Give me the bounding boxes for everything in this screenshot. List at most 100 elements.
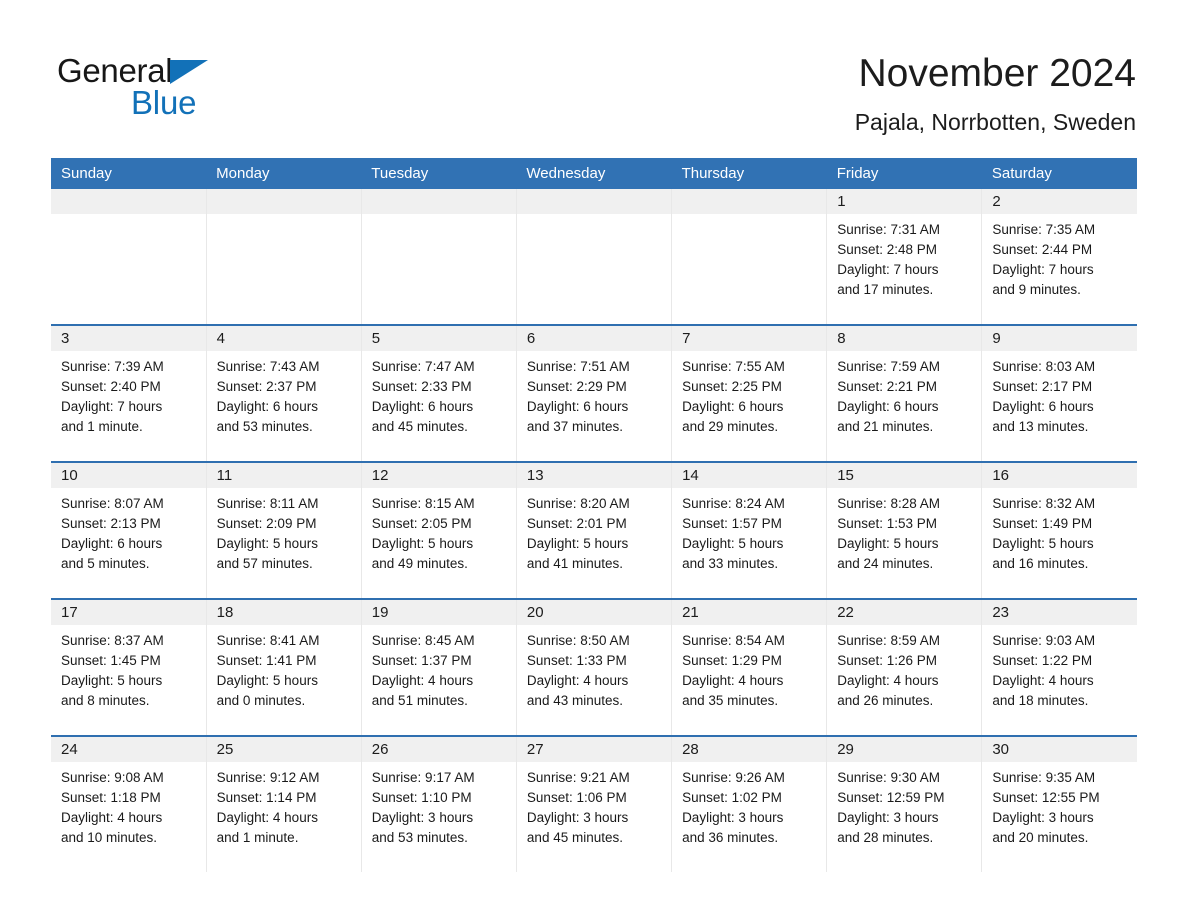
day-number [516,189,672,214]
sunrise-text: Sunrise: 7:47 AM [371,359,475,374]
day-details: Sunrise: 7:35 AM Sunset: 2:44 PM Daylight:… [982,214,1137,324]
calendar-page: General Blue November 2024 Pajala, Norrb… [0,0,1188,918]
day-details [51,214,206,324]
day-number: 12 [361,463,516,488]
day-details [516,214,672,324]
calendar-day-cell[interactable]: 19 Sunrise: 8:45 AM Sunset: 1:37 PM Dayligh… [361,598,517,736]
daylight-text-line2: and 16 minutes. [992,556,1089,571]
sunset-text: Sunset: 2:13 PM [61,516,161,531]
day-number: 29 [827,737,982,762]
day-number: 17 [51,600,206,625]
calendar-day-cell[interactable]: 3 Sunrise: 7:39 AM Sunset: 2:40 PM Daylight… [51,324,207,462]
sunrise-text: Sunrise: 8:50 AM [526,633,630,648]
daylight-text-line2: and 49 minutes. [371,556,468,571]
calendar-day-cell[interactable]: 21 Sunrise: 8:54 AM Sunset: 1:29 PM Dayligh… [671,598,828,736]
calendar-day-cell[interactable]: 17 Sunrise: 8:37 AM Sunset: 1:45 PM Dayligh… [51,598,207,736]
calendar-day-cell[interactable]: 20 Sunrise: 8:50 AM Sunset: 1:33 PM Dayligh… [516,598,673,736]
sunset-text: Sunset: 1:18 PM [61,790,161,805]
calendar-day-cell[interactable]: 13 Sunrise: 8:20 AM Sunset: 2:01 PM Dayligh… [516,461,673,599]
daylight-text-line1: Daylight: 7 hours [837,262,939,277]
day-details: Sunrise: 7:55 AM Sunset: 2:25 PM Daylight:… [672,351,827,461]
page-title: November 2024 [858,52,1137,95]
day-details: Sunrise: 8:41 AM Sunset: 1:41 PM Daylight:… [206,625,361,735]
calendar-day-cell[interactable]: 1 Sunrise: 7:31 AM Sunset: 2:48 PM Daylight… [826,189,983,325]
calendar-day-cell[interactable]: 29 Sunrise: 9:30 AM Sunset: 12:59 PM Daylig… [826,735,983,872]
day-number: 1 [827,189,982,214]
daylight-text-line2: and 29 minutes. [682,419,779,434]
daylight-text-line1: Daylight: 3 hours [992,810,1094,825]
sunset-text: Sunset: 2:25 PM [682,379,782,394]
day-number: 18 [206,600,361,625]
daylight-text-line1: Daylight: 5 hours [216,536,318,551]
calendar-week-row: 1 Sunrise: 7:31 AM Sunset: 2:48 PM Daylight… [51,189,1137,325]
daylight-text-line1: Daylight: 3 hours [837,810,939,825]
daylight-text-line1: Daylight: 3 hours [682,810,784,825]
sunset-text: Sunset: 2:44 PM [992,242,1093,257]
calendar-day-cell[interactable]: 22 Sunrise: 8:59 AM Sunset: 1:26 PM Dayligh… [826,598,983,736]
weekday-header-saturday: Saturday [981,158,1137,189]
calendar-day-cell[interactable]: 6 Sunrise: 7:51 AM Sunset: 2:29 PM Daylight… [516,324,673,462]
calendar-day-cell[interactable]: 9 Sunrise: 8:03 AM Sunset: 2:17 PM Daylight… [981,324,1137,462]
day-number: 28 [672,737,827,762]
sunrise-text: Sunrise: 8:24 AM [682,496,785,511]
day-details: Sunrise: 8:03 AM Sunset: 2:17 PM Daylight:… [982,351,1137,461]
daylight-text-line2: and 13 minutes. [992,419,1089,434]
daylight-text-line2: and 10 minutes. [61,830,158,845]
sunrise-text: Sunrise: 8:07 AM [61,496,164,511]
calendar-day-cell[interactable]: 10 Sunrise: 8:07 AM Sunset: 2:13 PM Dayligh… [51,461,207,599]
daylight-text-line1: Daylight: 5 hours [837,536,939,551]
sunset-text: Sunset: 1:41 PM [216,653,317,668]
sunset-text: Sunset: 2:48 PM [837,242,938,257]
sunrise-text: Sunrise: 8:32 AM [992,496,1096,511]
day-number: 9 [982,326,1137,351]
day-number: 20 [516,600,672,625]
calendar-day-cell[interactable]: 14 Sunrise: 8:24 AM Sunset: 1:57 PM Dayligh… [671,461,828,599]
sunset-text: Sunset: 12:55 PM [992,790,1100,805]
daylight-text-line1: Daylight: 6 hours [526,399,629,414]
calendar-day-cell[interactable]: 5 Sunrise: 7:47 AM Sunset: 2:33 PM Daylight… [361,324,517,462]
calendar-day-cell[interactable]: 28 Sunrise: 9:26 AM Sunset: 1:02 PM Dayligh… [671,735,828,872]
daylight-text-line1: Daylight: 7 hours [992,262,1094,277]
daylight-text-line1: Daylight: 6 hours [216,399,318,414]
daylight-text-line2: and 9 minutes. [992,282,1081,297]
calendar-day-cell[interactable]: 11 Sunrise: 8:11 AM Sunset: 2:09 PM Dayligh… [206,461,362,599]
day-number [51,189,206,214]
daylight-text-line2: and 1 minute. [216,830,299,845]
weekday-header-wednesday: Wednesday [516,158,672,189]
day-details: Sunrise: 8:54 AM Sunset: 1:29 PM Daylight:… [672,625,827,735]
daylight-text-line1: Daylight: 5 hours [992,536,1094,551]
sunset-text: Sunset: 2:09 PM [216,516,317,531]
calendar-day-cell[interactable]: 4 Sunrise: 7:43 AM Sunset: 2:37 PM Daylight… [206,324,362,462]
daylight-text-line2: and 17 minutes. [837,282,934,297]
calendar-day-cell[interactable]: 30 Sunrise: 9:35 AM Sunset: 12:55 PM Daylig… [981,735,1137,872]
sunset-text: Sunset: 1:57 PM [682,516,782,531]
daylight-text-line2: and 33 minutes. [682,556,779,571]
day-details: Sunrise: 9:26 AM Sunset: 1:02 PM Daylight:… [672,762,827,872]
daylight-text-line1: Daylight: 5 hours [61,673,163,688]
daylight-text-line2: and 45 minutes. [371,419,468,434]
calendar-day-cell[interactable]: 26 Sunrise: 9:17 AM Sunset: 1:10 PM Dayligh… [361,735,517,872]
calendar-day-cell[interactable]: 23 Sunrise: 9:03 AM Sunset: 1:22 PM Dayligh… [981,598,1137,736]
calendar-day-cell[interactable]: 7 Sunrise: 7:55 AM Sunset: 2:25 PM Daylight… [671,324,828,462]
calendar-day-cell[interactable]: 15 Sunrise: 8:28 AM Sunset: 1:53 PM Dayligh… [826,461,983,599]
daylight-text-line2: and 18 minutes. [992,693,1089,708]
calendar-day-cell[interactable]: 25 Sunrise: 9:12 AM Sunset: 1:14 PM Dayligh… [206,735,362,872]
generalblue-logo[interactable]: General Blue [57,52,317,124]
daylight-text-line1: Daylight: 6 hours [837,399,939,414]
daylight-text-line1: Daylight: 3 hours [526,810,629,825]
calendar-day-cell[interactable]: 12 Sunrise: 8:15 AM Sunset: 2:05 PM Dayligh… [361,461,517,599]
sunrise-text: Sunrise: 8:37 AM [61,633,164,648]
calendar-day-cell[interactable]: 24 Sunrise: 9:08 AM Sunset: 1:18 PM Dayligh… [51,735,207,872]
calendar-day-cell[interactable]: 27 Sunrise: 9:21 AM Sunset: 1:06 PM Dayligh… [516,735,673,872]
sunrise-text: Sunrise: 9:30 AM [837,770,941,785]
calendar-day-cell[interactable]: 2 Sunrise: 7:35 AM Sunset: 2:44 PM Daylight… [981,189,1137,325]
daylight-text-line1: Daylight: 4 hours [371,673,474,688]
calendar-day-cell[interactable]: 18 Sunrise: 8:41 AM Sunset: 1:41 PM Dayligh… [206,598,362,736]
calendar-day-cell[interactable]: 16 Sunrise: 8:32 AM Sunset: 1:49 PM Dayligh… [981,461,1137,599]
daylight-text-line2: and 24 minutes. [837,556,934,571]
sunrise-text: Sunrise: 9:08 AM [61,770,164,785]
calendar-day-cell[interactable]: 8 Sunrise: 7:59 AM Sunset: 2:21 PM Daylight… [826,324,983,462]
day-number [206,189,361,214]
day-number: 6 [516,326,672,351]
day-details: Sunrise: 7:31 AM Sunset: 2:48 PM Daylight:… [827,214,982,324]
